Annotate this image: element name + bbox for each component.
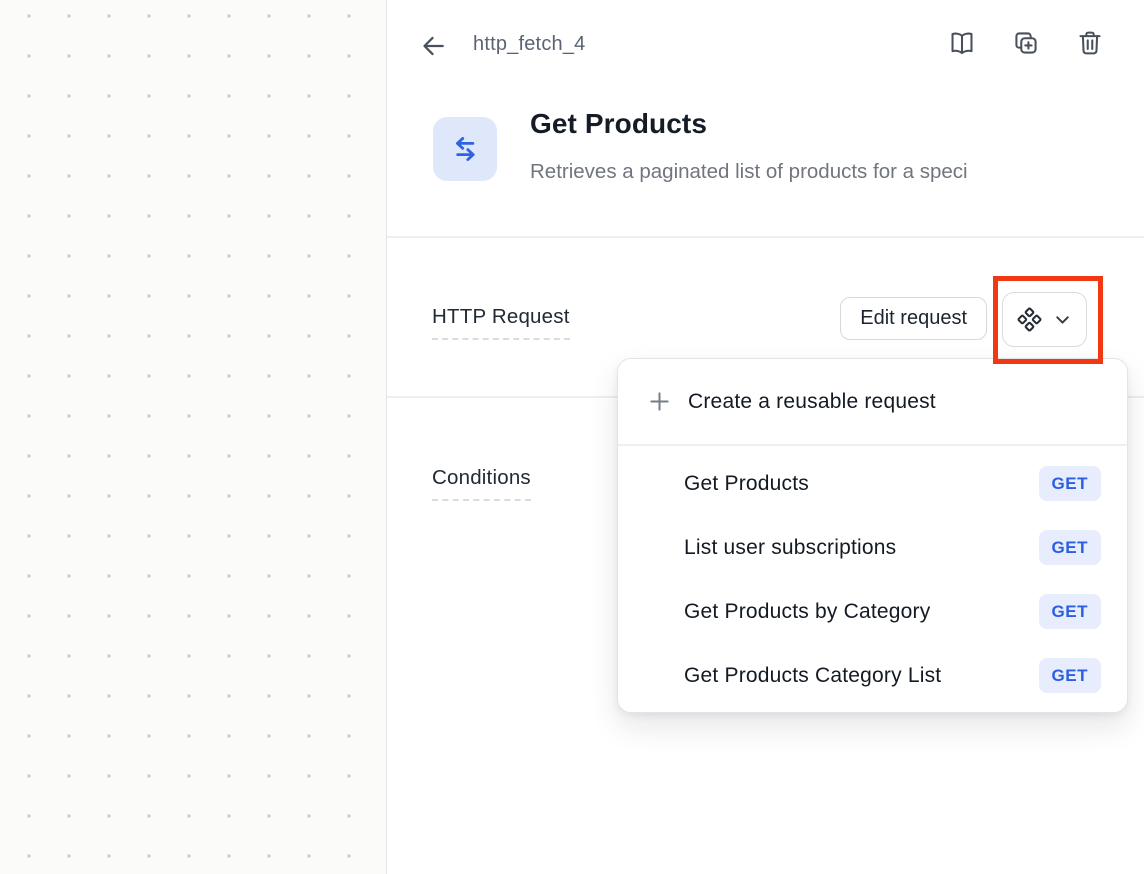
node-config-panel: http_fetch_4 [386,0,1144,874]
book-icon [948,29,976,57]
reusable-request-menu: Create a reusable request Get Products G… [617,358,1128,713]
delete-button[interactable] [1076,29,1104,57]
menu-item-request[interactable]: List user subscriptions GET [618,516,1127,580]
duplicate-button[interactable] [1012,29,1040,57]
menu-item-request[interactable]: Get Products by Category GET [618,580,1127,644]
conditions-label: Conditions [432,466,531,501]
method-badge: GET [1039,530,1101,565]
edit-request-button[interactable]: Edit request [840,297,987,340]
method-badge: GET [1039,594,1101,629]
menu-item-create-reusable-request[interactable]: Create a reusable request [618,359,1127,444]
swap-arrows-icon [447,131,483,167]
header-actions [948,29,1104,57]
node-id-label: http_fetch_4 [473,33,586,56]
trash-icon [1076,29,1104,57]
menu-item-label: Create a reusable request [688,390,936,414]
request-name: List user subscriptions [684,536,896,560]
back-button[interactable] [417,30,449,62]
node-description: Retrieves a paginated list of products f… [530,160,1144,184]
menu-items: Get Products GET List user subscriptions… [618,446,1127,714]
request-name: Get Products Category List [684,664,941,688]
method-badge: GET [1039,466,1101,501]
docs-button[interactable] [948,29,976,57]
plus-icon [648,390,671,413]
node-type-icon-box [433,117,497,181]
reusable-request-dropdown-button[interactable] [1002,292,1087,347]
request-name: Get Products [684,472,809,496]
menu-item-request[interactable]: Get Products Category List GET [618,644,1127,708]
http-request-label: HTTP Request [432,305,570,340]
section-divider [387,236,1144,238]
chevron-down-icon [1052,309,1073,330]
duplicate-plus-icon [1012,29,1040,57]
panel-header: http_fetch_4 [387,0,1144,90]
workflow-editor: http_fetch_4 [0,0,1144,874]
workflow-canvas[interactable] [0,0,386,874]
method-badge: GET [1039,658,1101,693]
menu-item-request[interactable]: Get Products GET [618,452,1127,516]
diamond-cluster-icon [1016,306,1043,333]
request-name: Get Products by Category [684,600,930,624]
arrow-left-icon [417,31,447,61]
node-title: Get Products [530,108,707,140]
